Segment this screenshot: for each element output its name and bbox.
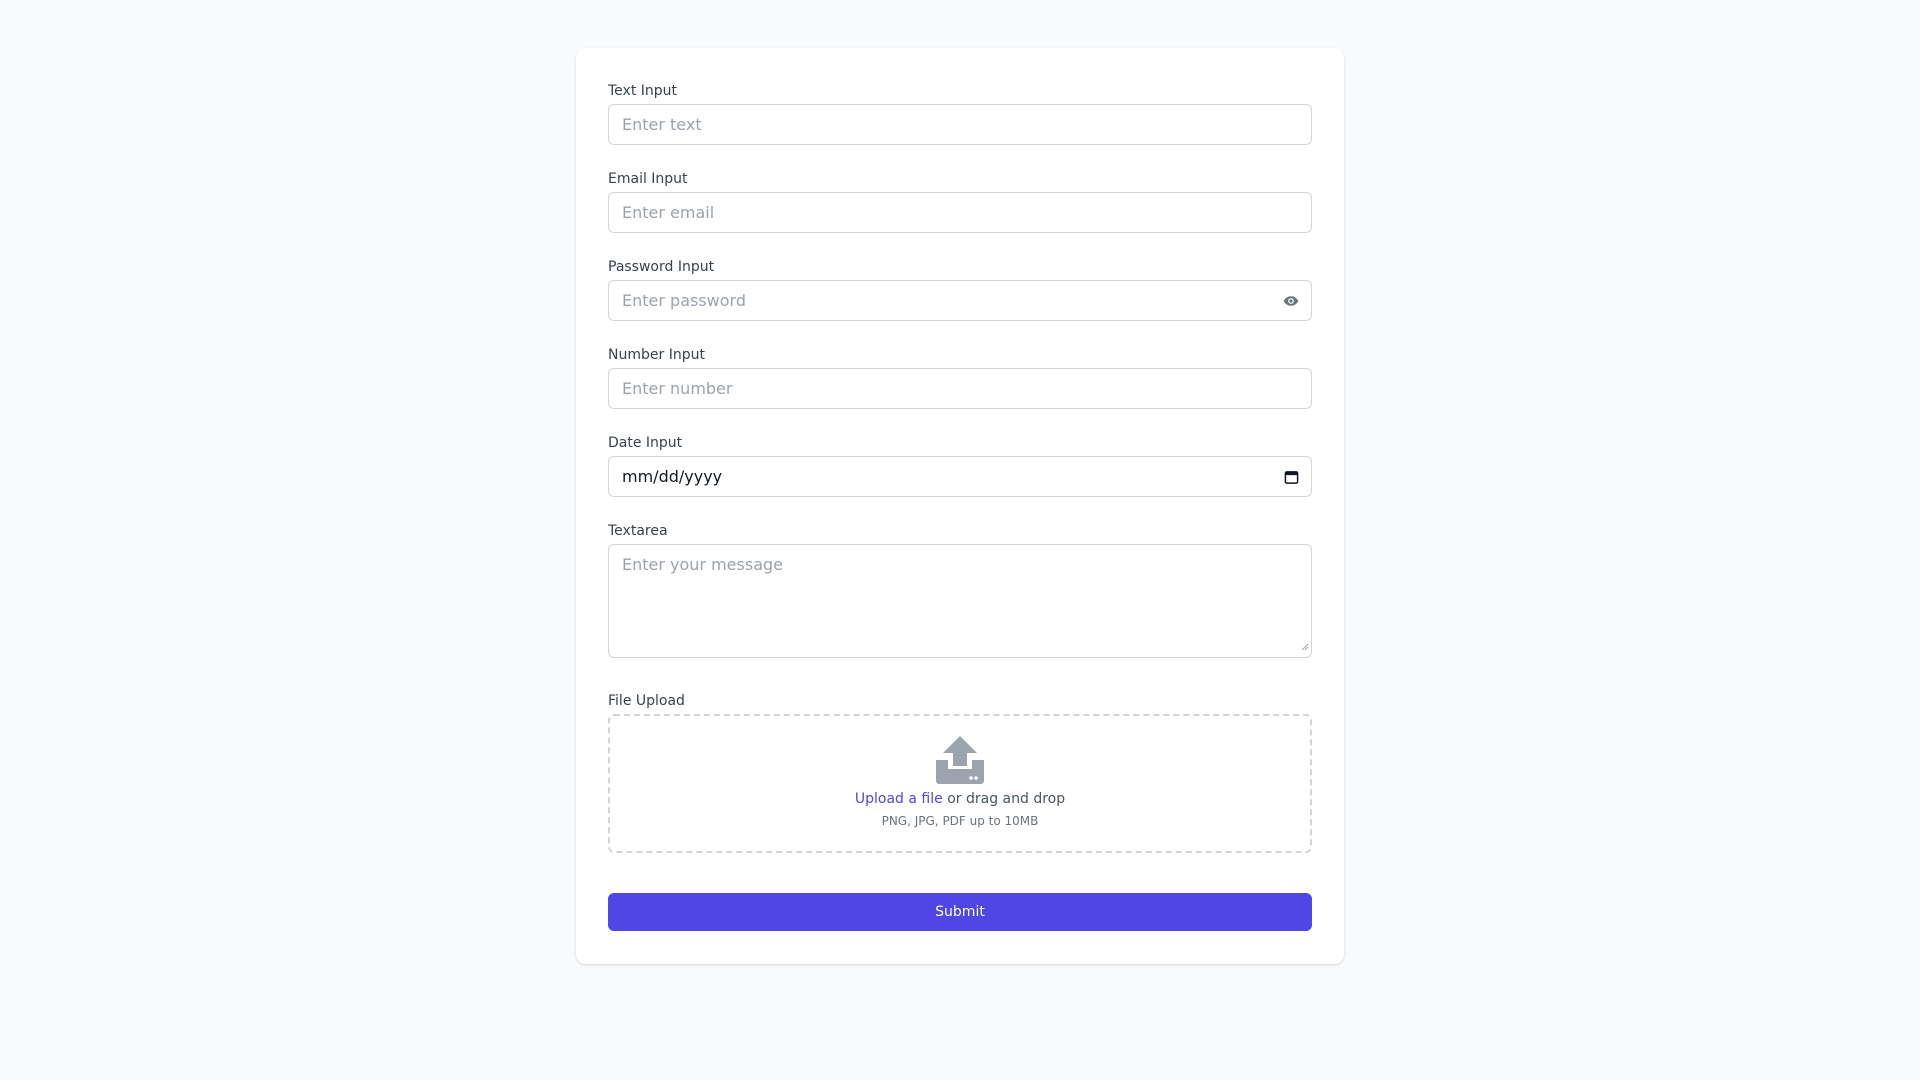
upload-hint: PNG, JPG, PDF up to 10MB [881, 814, 1039, 828]
file-upload-label: File Upload [608, 693, 685, 709]
password-input-group: Password Input Enter password [608, 257, 1312, 321]
password-input-placeholder: Enter password [622, 291, 746, 310]
number-input[interactable]: Enter number [608, 368, 1312, 409]
number-input-placeholder: Enter number [622, 379, 733, 398]
date-input-label: Date Input [608, 435, 683, 451]
number-input-group: Number Input Enter number [608, 345, 1312, 409]
form-card: Text Input Enter text Email Input Enter … [576, 48, 1344, 964]
text-input-group: Text Input Enter text [608, 81, 1312, 145]
upload-icon [936, 736, 984, 788]
email-input-placeholder: Enter email [622, 203, 715, 222]
email-input-label: Email Input [608, 171, 688, 187]
email-input[interactable]: Enter email [608, 192, 1312, 233]
resize-grip-icon[interactable] [1301, 636, 1309, 655]
password-input[interactable]: Enter password [608, 280, 1312, 321]
file-upload-group: File Upload Upload a file or drag and dr… [608, 691, 1312, 853]
calendar-icon[interactable] [1284, 469, 1299, 484]
password-input-label: Password Input [608, 259, 715, 275]
file-dropzone[interactable]: Upload a file or drag and drop PNG, JPG,… [608, 714, 1312, 853]
date-input[interactable]: mm/dd/yyyy [608, 456, 1312, 497]
drag-drop-text: or drag and drop [942, 791, 1066, 807]
number-input-label: Number Input [608, 347, 705, 363]
date-input-group: Date Input mm/dd/yyyy [608, 433, 1312, 497]
textarea-placeholder: Enter your message [622, 555, 783, 574]
text-input-label: Text Input [608, 83, 678, 99]
submit-button[interactable]: Submit [608, 893, 1312, 931]
text-input[interactable]: Enter text [608, 104, 1312, 145]
text-input-placeholder: Enter text [622, 115, 702, 134]
eye-icon[interactable] [1283, 293, 1299, 309]
email-input-group: Email Input Enter email [608, 169, 1312, 233]
upload-file-link[interactable]: Upload a file [855, 791, 943, 807]
textarea-label: Textarea [608, 523, 668, 539]
message-textarea[interactable]: Enter your message [608, 544, 1312, 658]
upload-instructions: Upload a file or drag and drop [610, 789, 1310, 809]
textarea-group: Textarea Enter your message [608, 521, 1312, 658]
date-input-value: mm/dd/yyyy [622, 467, 723, 486]
